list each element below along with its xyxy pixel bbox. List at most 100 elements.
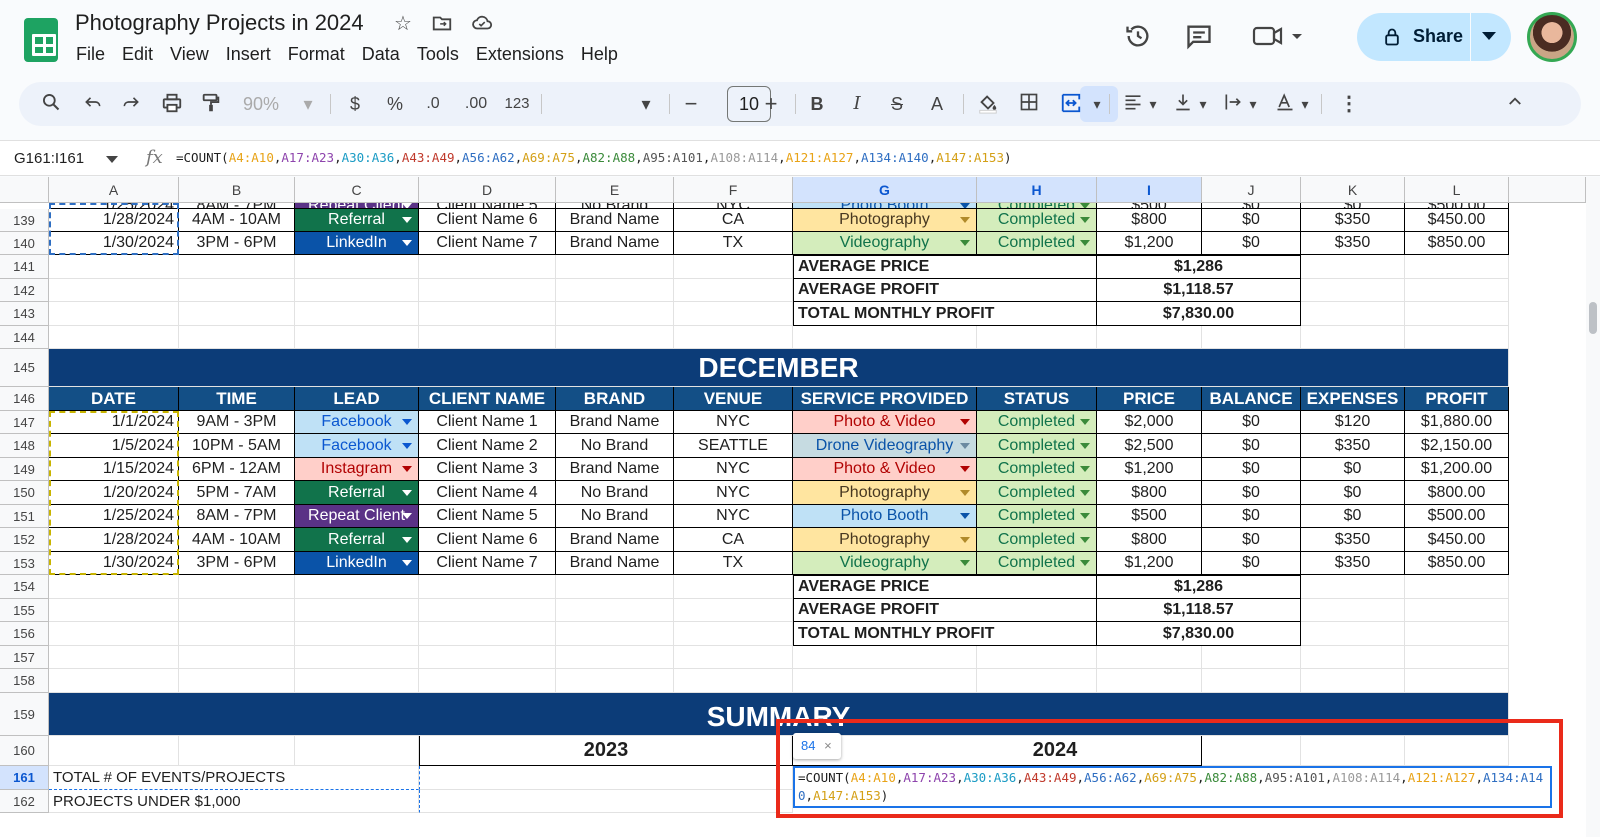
dropdown-chevron-icon[interactable] — [960, 442, 970, 449]
merge-cells-icon[interactable] — [1059, 92, 1083, 116]
dropdown-chevron-icon[interactable] — [1080, 536, 1090, 543]
hide-menus-chevron-up-icon[interactable] — [1503, 92, 1527, 116]
row-header-152[interactable]: 152 — [0, 528, 49, 552]
empty-cell[interactable] — [1301, 326, 1405, 349]
column-header-l[interactable]: L — [1405, 177, 1509, 203]
paint-format-icon[interactable] — [199, 92, 223, 116]
service-cell[interactable]: Photo & Video — [793, 411, 977, 434]
empty-cell[interactable] — [793, 669, 977, 693]
row-header-154[interactable]: 154 — [0, 575, 49, 599]
more-formats-button[interactable]: 123 — [503, 92, 531, 116]
sheets-logo-icon[interactable] — [24, 18, 58, 62]
lead-cell[interactable]: Facebook — [295, 434, 419, 458]
format-currency-button[interactable]: $ — [345, 92, 365, 116]
empty-cell[interactable] — [674, 622, 793, 646]
version-history-icon[interactable] — [1124, 22, 1152, 50]
row-header-151[interactable]: 151 — [0, 505, 49, 528]
undo-icon[interactable] — [81, 92, 105, 116]
row-header-159[interactable]: 159 — [0, 693, 49, 736]
strikethrough-button[interactable]: S — [887, 92, 907, 116]
empty-cell[interactable] — [295, 736, 419, 766]
dropdown-chevron-icon[interactable] — [1080, 419, 1090, 425]
dropdown-chevron-icon[interactable] — [960, 466, 970, 472]
empty-cell[interactable] — [179, 279, 295, 302]
empty-cell[interactable] — [556, 669, 674, 693]
dropdown-chevron-icon[interactable] — [960, 203, 970, 208]
empty-cell[interactable] — [674, 302, 793, 326]
empty-cell[interactable] — [419, 326, 556, 349]
column-header-b[interactable]: B — [179, 177, 295, 203]
empty-cell[interactable] — [419, 279, 556, 302]
avatar[interactable] — [1527, 12, 1577, 62]
row-header-140[interactable]: 140 — [0, 232, 49, 255]
valign-chevron-down-icon[interactable]: ▾ — [1197, 92, 1209, 116]
empty-cell[interactable] — [49, 736, 179, 766]
dropdown-chevron-icon[interactable] — [1080, 442, 1090, 449]
empty-cell[interactable] — [674, 326, 793, 349]
column-header-d[interactable]: D — [419, 177, 556, 203]
print-icon[interactable] — [160, 92, 184, 116]
row-header-147[interactable]: 147 — [0, 411, 49, 434]
empty-cell[interactable] — [674, 279, 793, 302]
empty-cell[interactable] — [977, 326, 1097, 349]
menu-data[interactable]: Data — [362, 44, 409, 65]
empty-cell[interactable] — [674, 646, 793, 669]
column-header-e[interactable]: E — [556, 177, 674, 203]
dropdown-chevron-icon[interactable] — [1080, 513, 1090, 519]
lead-cell[interactable]: Referral — [295, 209, 419, 232]
column-header-g[interactable]: G — [793, 177, 977, 203]
empty-cell[interactable] — [1405, 622, 1509, 646]
empty-cell[interactable] — [1301, 646, 1405, 669]
merge-chevron-down-icon[interactable]: ▾ — [1091, 92, 1103, 116]
column-header-k[interactable]: K — [1301, 177, 1405, 203]
halign-chevron-down-icon[interactable]: ▾ — [1147, 92, 1159, 116]
row-header-161[interactable]: 161 — [0, 766, 49, 790]
dropdown-chevron-icon[interactable] — [402, 466, 412, 472]
increase-font-size-icon[interactable]: + — [761, 92, 781, 116]
search-menus-icon[interactable] — [39, 92, 63, 116]
formula-input[interactable]: =COUNT(A4:A10,A17:A23,A30:A36,A43:A49,A5… — [176, 150, 1012, 165]
menu-insert[interactable]: Insert — [226, 44, 280, 65]
empty-cell[interactable] — [1405, 255, 1509, 279]
empty-cell[interactable] — [556, 646, 674, 669]
dropdown-chevron-icon[interactable] — [1080, 489, 1090, 496]
dropdown-chevron-icon[interactable] — [402, 513, 412, 519]
empty-cell[interactable] — [295, 326, 419, 349]
empty-cell[interactable] — [1202, 646, 1301, 669]
dropdown-chevron-icon[interactable] — [960, 217, 970, 223]
font-chevron-down-icon[interactable]: ▾ — [639, 92, 653, 116]
service-cell[interactable]: Videography — [793, 552, 977, 575]
row-header-144[interactable]: 144 — [0, 326, 49, 349]
service-cell[interactable]: Drone Videography — [793, 434, 977, 458]
empty-cell[interactable] — [977, 646, 1097, 669]
empty-cell[interactable] — [1405, 669, 1509, 693]
more-options-icon[interactable]: ⋮ — [1339, 92, 1359, 116]
empty-cell[interactable] — [179, 599, 295, 622]
empty-cell[interactable] — [49, 646, 179, 669]
row-header-156[interactable]: 156 — [0, 622, 49, 646]
share-options-chevron-icon[interactable] — [1482, 32, 1496, 40]
dropdown-chevron-icon[interactable] — [1080, 560, 1090, 566]
empty-cell[interactable] — [179, 646, 295, 669]
dropdown-chevron-icon[interactable] — [402, 489, 412, 496]
empty-cell[interactable] — [674, 669, 793, 693]
column-header-f[interactable]: F — [674, 177, 793, 203]
comments-icon[interactable] — [1185, 22, 1213, 50]
empty-cell[interactable] — [1405, 646, 1509, 669]
row-header-146[interactable]: 146 — [0, 387, 49, 411]
name-box[interactable]: G161:I161 — [14, 150, 84, 167]
row-header-158[interactable]: 158 — [0, 669, 49, 693]
format-percent-button[interactable]: % — [385, 92, 405, 116]
empty-cell[interactable] — [556, 575, 674, 599]
menu-tools[interactable]: Tools — [417, 44, 468, 65]
text-wrapping-icon[interactable] — [1221, 92, 1245, 116]
empty-cell[interactable] — [1202, 669, 1301, 693]
fill-color-icon[interactable] — [975, 92, 1001, 116]
empty-cell[interactable] — [295, 646, 419, 669]
empty-cell[interactable] — [977, 669, 1097, 693]
dropdown-chevron-icon[interactable] — [402, 419, 412, 425]
menu-view[interactable]: View — [170, 44, 218, 65]
empty-cell[interactable] — [1202, 326, 1301, 349]
dropdown-chevron-icon[interactable] — [960, 513, 970, 519]
empty-cell[interactable] — [1405, 302, 1509, 326]
